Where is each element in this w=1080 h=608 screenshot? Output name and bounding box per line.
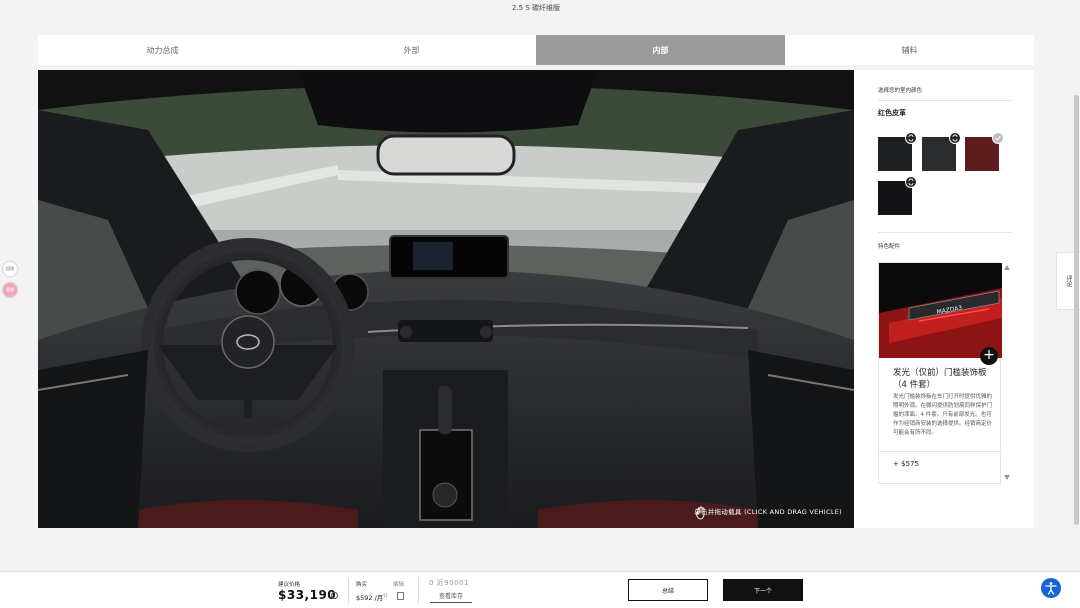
support-chat-icon[interactable]: 客服 [3, 283, 17, 297]
divider [878, 232, 1012, 233]
swap-icon [949, 132, 961, 144]
accessory-name: 发光（仅前）门槛装饰板（4 件套） [893, 368, 987, 390]
accessory-price: + $575 [893, 460, 919, 468]
scroll-down-arrow-icon[interactable] [1004, 475, 1010, 480]
tab-interior[interactable]: 内部 [536, 35, 785, 65]
info-icon[interactable]: i [331, 592, 338, 599]
swatch-black-leather[interactable] [878, 132, 917, 171]
tab-accessories[interactable]: 辅料 [785, 35, 1034, 65]
back-to-top-button[interactable]: 回顶 [3, 262, 17, 276]
buy-label: 购买 [356, 582, 368, 588]
view-inventory-link[interactable]: 查看库存 [430, 591, 472, 603]
bottom-summary-bar: 建议价格 $33,190 i 购买 编辑 $592 /月§1 0 近90001 … [0, 571, 1080, 608]
interior-render [38, 70, 854, 528]
add-accessory-button[interactable]: + [980, 347, 998, 365]
swap-icon [905, 176, 917, 188]
accessibility-button[interactable] [1041, 578, 1061, 598]
accessory-description: 发光门槛装饰板在车门打开时提供优雅的照明外观。在微闪提供防划痕同样保护门槛的漆面… [893, 394, 993, 436]
swap-icon [905, 132, 917, 144]
price-label: 建议价格 [278, 582, 301, 588]
selected-color-name: 红色皮革 [878, 109, 906, 117]
accessory-image: MAZDA3 [879, 263, 1002, 358]
scroll-up-arrow-icon[interactable] [1004, 265, 1010, 270]
interior-360-viewer[interactable]: 单击并拖动载具 (CLICK AND DRAG VEHICLE) [38, 70, 854, 528]
summary-button[interactable]: 总结 [628, 579, 708, 601]
divider [878, 100, 1012, 101]
color-section-title: 选择您的室内颜色 [878, 88, 923, 94]
configurator-page: 2.5 S 碳纤维版 动力总成 外部 内部 辅料 单击并拖动载具 (CLICK … [0, 0, 1080, 608]
swatch-dark-leather[interactable] [922, 132, 961, 171]
zip-code-input[interactable]: 0 近90001 [429, 578, 469, 588]
tab-exterior[interactable]: 外部 [287, 35, 536, 65]
category-tabs: 动力总成 外部 内部 辅料 [38, 35, 1034, 65]
accessory-card[interactable]: MAZDA3 + 发光（仅前）门槛装饰板（4 件套） 发光门槛装饰板在车门打开时… [878, 262, 1002, 484]
drag-hint: 单击并拖动载具 (CLICK AND DRAG VEHICLE) [694, 506, 842, 520]
divider [879, 451, 1002, 452]
features-title: 特色配件 [878, 244, 901, 250]
calc-label: 编辑 [393, 582, 405, 588]
page-scrollbar[interactable] [1074, 95, 1079, 525]
accessibility-icon [1045, 582, 1057, 595]
monthly-payment: $592 /月§1 [356, 592, 388, 602]
trim-title: 2.5 S 碳纤维版 [511, 4, 561, 12]
divider [418, 578, 419, 604]
check-icon [992, 132, 1004, 144]
tab-powertrain[interactable]: 动力总成 [38, 35, 287, 65]
swatch-black-knit[interactable] [878, 176, 917, 215]
next-button[interactable]: 下一个 [723, 579, 803, 601]
swatch-red-leather[interactable] [965, 132, 1004, 171]
calculator-icon[interactable] [397, 592, 404, 600]
drag-hand-icon [695, 506, 705, 520]
options-panel: 选择您的室内颜色 红色皮革 特色配件 MAZDA3 + 发光（仅前）门槛装饰板（… [854, 70, 1034, 528]
total-price: $33,190 [278, 588, 337, 602]
divider [348, 578, 349, 604]
